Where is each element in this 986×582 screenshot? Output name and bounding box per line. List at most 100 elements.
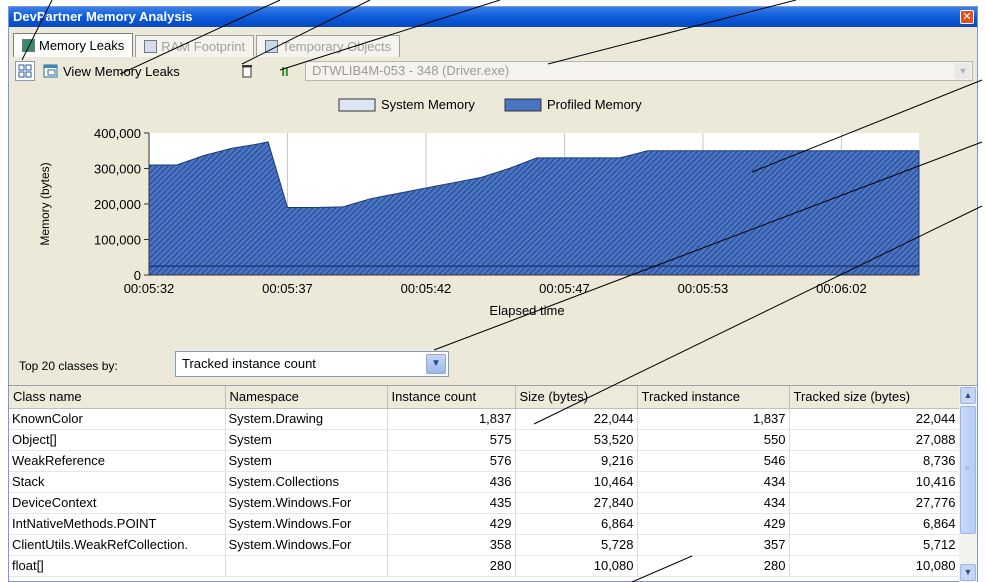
- top-classes-select[interactable]: Tracked instance count ▼: [175, 351, 449, 377]
- pause-icon: II: [281, 63, 289, 79]
- process-select[interactable]: DTWLIB4M-053 - 348 (Driver.exe) ▼: [305, 61, 973, 81]
- x-tick-label: 00:05:47: [539, 281, 590, 296]
- y-tick-label: 100,000: [94, 233, 141, 248]
- column-header[interactable]: Tracked size (bytes): [789, 386, 960, 409]
- tab-memory-leaks[interactable]: Memory Leaks: [13, 33, 134, 57]
- table-row[interactable]: WeakReference System 576 9,216 546 8,736: [9, 450, 960, 472]
- table-cell: 434: [637, 471, 790, 493]
- tab-temporary-objects[interactable]: Temporary Objects: [256, 35, 401, 57]
- layout-toggle-icon[interactable]: [15, 61, 35, 81]
- table-cell: [225, 555, 388, 577]
- table-cell: WeakReference: [9, 450, 226, 472]
- memory-analysis-window: DevPartner Memory Analysis ✕ Memory Leak…: [8, 6, 978, 582]
- table-cell: 10,080: [515, 555, 638, 577]
- table-cell: float[]: [9, 555, 226, 577]
- table-cell: System.Collections: [225, 471, 388, 493]
- memory-chart: System Memory Profiled Memory 0 100,000 200,…: [9, 87, 977, 347]
- table-row[interactable]: Object[] System 575 53,520 550 27,088: [9, 429, 960, 451]
- table-cell: System.Windows.For: [225, 534, 388, 556]
- table-cell: KnownColor: [9, 408, 226, 430]
- tab-label: Temporary Objects: [282, 39, 392, 54]
- y-tick-label: 200,000: [94, 197, 141, 212]
- x-tick-label: 00:05:32: [124, 281, 175, 296]
- memory-leak-icon: [22, 39, 35, 52]
- table-cell: Object[]: [9, 429, 226, 451]
- pause-button[interactable]: II: [275, 61, 295, 81]
- table-scrollbar[interactable]: ▲ ≡ ▼: [959, 386, 977, 582]
- legend-label: System Memory: [381, 97, 475, 112]
- table-cell: DeviceContext: [9, 492, 226, 514]
- table-cell: 10,080: [789, 555, 960, 577]
- clear-trash-icon[interactable]: [237, 61, 257, 81]
- process-value: DTWLIB4M-053 - 348 (Driver.exe): [312, 63, 510, 78]
- table-cell: 546: [637, 450, 790, 472]
- y-tick-label: 400,000: [94, 126, 141, 141]
- table-cell: 22,044: [515, 408, 638, 430]
- column-header[interactable]: Size (bytes): [515, 386, 638, 409]
- table-row[interactable]: DeviceContext System.Windows.For 435 27,840…: [9, 492, 960, 514]
- table-cell: 280: [387, 555, 516, 577]
- table-cell: 357: [637, 534, 790, 556]
- table-cell: 1,837: [637, 408, 790, 430]
- grip-icon: ≡: [965, 464, 970, 473]
- table-cell: 435: [387, 492, 516, 514]
- table-cell: System.Windows.For: [225, 513, 388, 535]
- x-axis-label: Elapsed time: [489, 303, 564, 318]
- column-header[interactable]: Class name: [9, 386, 226, 409]
- scroll-down-button[interactable]: ▼: [960, 564, 976, 581]
- class-table: Class name Namespace Instance count Size (b…: [9, 385, 977, 582]
- table-cell: 429: [387, 513, 516, 535]
- scroll-thumb[interactable]: ≡: [960, 406, 976, 534]
- table-cell: 53,520: [515, 429, 638, 451]
- x-tick-label: 00:06:02: [816, 281, 867, 296]
- table-cell: 550: [637, 429, 790, 451]
- ram-footprint-icon: [144, 40, 158, 53]
- table-cell: 6,864: [789, 513, 960, 535]
- top-classes-value: Tracked instance count: [182, 356, 316, 371]
- legend-swatch: [504, 98, 542, 112]
- title-bar: DevPartner Memory Analysis ✕: [9, 7, 977, 27]
- table-row[interactable]: float[] 280 10,080 280 10,080: [9, 555, 960, 577]
- table-cell: 6,864: [515, 513, 638, 535]
- close-button[interactable]: ✕: [960, 10, 974, 24]
- table-cell: 5,712: [789, 534, 960, 556]
- view-memory-leaks-label: View Memory Leaks: [63, 63, 180, 79]
- table-cell: 1,837: [387, 408, 516, 430]
- class-data-table: Class name Namespace Instance count Size (b…: [9, 386, 960, 577]
- table-cell: System.Windows.For: [225, 492, 388, 514]
- y-tick-label: 300,000: [94, 162, 141, 177]
- tab-label: RAM Footprint: [161, 39, 246, 54]
- column-header[interactable]: Instance count: [387, 386, 516, 409]
- toolbar: View Memory Leaks II DTWLIB4M-053 - 348 …: [13, 59, 973, 83]
- table-row[interactable]: Stack System.Collections 436 10,464 434 10,41…: [9, 471, 960, 493]
- scroll-up-button[interactable]: ▲: [960, 387, 976, 404]
- legend-label: Profiled Memory: [547, 97, 642, 112]
- x-tick-label: 00:05:42: [401, 281, 452, 296]
- view-memory-leaks-button[interactable]: View Memory Leaks: [43, 63, 180, 79]
- table-cell: Stack: [9, 471, 226, 493]
- table-cell: 5,728: [515, 534, 638, 556]
- table-row[interactable]: KnownColor System.Drawing 1,837 22,044 1,837…: [9, 408, 960, 430]
- column-header[interactable]: Namespace: [225, 386, 388, 409]
- table-cell: 280: [637, 555, 790, 577]
- view-report-icon: [43, 64, 58, 78]
- chevron-down-icon: ▼: [426, 354, 446, 374]
- table-cell: IntNativeMethods.POINT: [9, 513, 226, 535]
- table-row[interactable]: IntNativeMethods.POINT System.Windows.For…: [9, 513, 960, 535]
- tab-label: Memory Leaks: [39, 38, 125, 53]
- table-cell: ClientUtils.WeakRefCollection.: [9, 534, 226, 556]
- temporary-objects-icon: [265, 40, 279, 53]
- chevron-down-icon: ▼: [955, 63, 971, 79]
- profiled-memory-area: [148, 141, 920, 276]
- table-cell: 27,088: [789, 429, 960, 451]
- column-header[interactable]: Tracked instance: [637, 386, 790, 409]
- legend-swatch: [338, 98, 376, 112]
- tab-ram-footprint[interactable]: RAM Footprint: [135, 35, 255, 57]
- table-cell: 434: [637, 492, 790, 514]
- table-cell: 358: [387, 534, 516, 556]
- y-axis-label: Memory (bytes): [38, 162, 52, 245]
- table-cell: 10,464: [515, 471, 638, 493]
- table-cell: 10,416: [789, 471, 960, 493]
- table-row[interactable]: ClientUtils.WeakRefCollection. System.Win…: [9, 534, 960, 556]
- x-tick-label: 00:05:53: [678, 281, 729, 296]
